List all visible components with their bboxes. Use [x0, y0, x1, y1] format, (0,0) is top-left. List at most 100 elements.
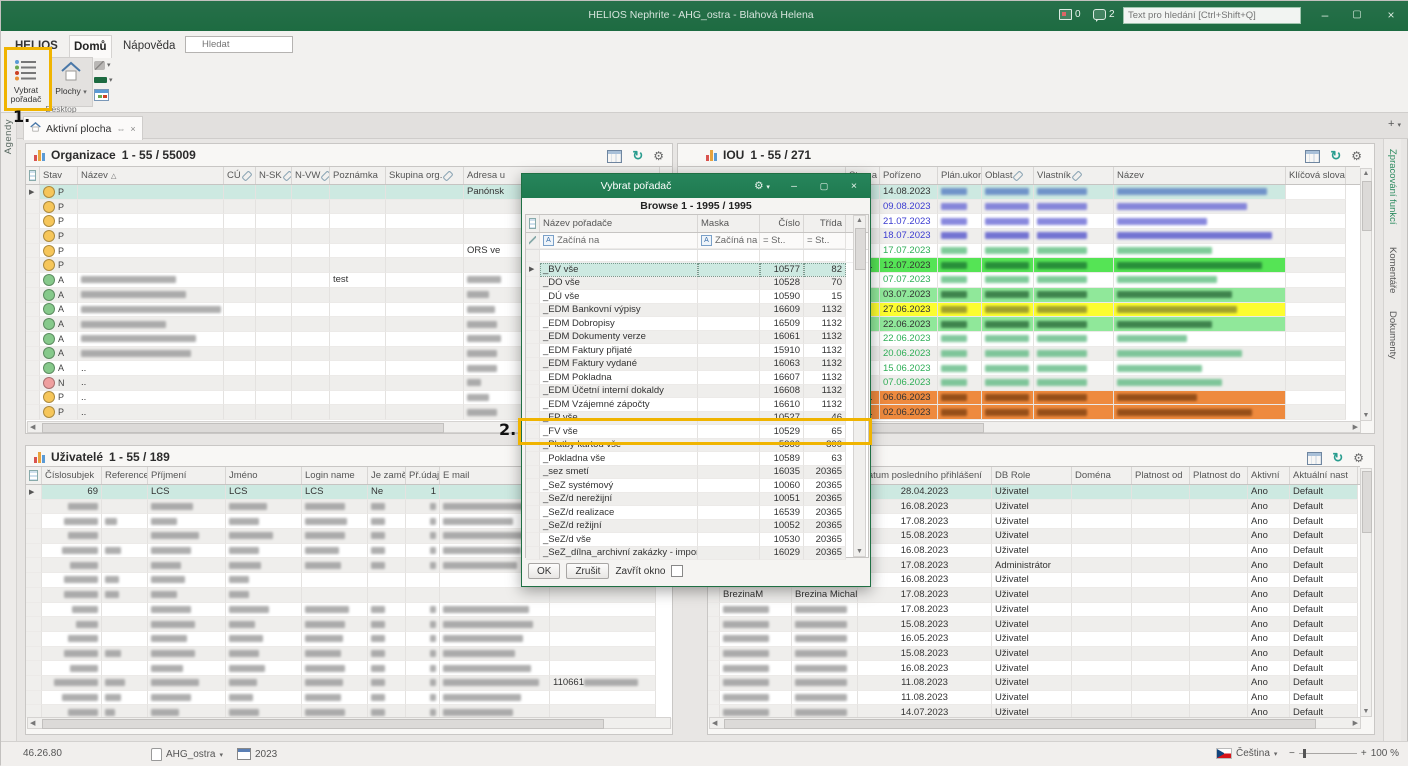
vertical-scrollbar[interactable]: ▼ [1360, 468, 1372, 717]
desktops-button[interactable]: Plochy ▾ [49, 57, 93, 107]
table-row[interactable]: _EDM Faktury vydané160631132 [526, 358, 868, 372]
table-row[interactable]: _EDM Dokumenty verze160611132 [526, 331, 868, 345]
add-tab-button[interactable]: + ▾ [1388, 118, 1401, 130]
table-row[interactable]: _EDM Bankovní výpisy166091132 [526, 304, 868, 318]
disconnect-button[interactable]: ▾ [94, 58, 120, 72]
grid-settings-icon[interactable] [607, 150, 622, 163]
dialog-maximize-button[interactable]: ▢ [812, 174, 836, 198]
maximize-button[interactable]: ▢ [1343, 5, 1371, 26]
table-row[interactable] [26, 647, 672, 662]
table-row[interactable]: _SeZ/d vše1053020365 [526, 533, 868, 547]
zoom-slider[interactable] [1299, 753, 1357, 754]
table-row[interactable]: _SeZ/d režijní1005220365 [526, 520, 868, 534]
grid-settings-icon[interactable] [1307, 452, 1322, 465]
dialog-vertical-scrollbar[interactable]: ▲ ▼ [853, 215, 866, 557]
refresh-icon[interactable]: ↻ [1330, 148, 1341, 164]
table-row[interactable] [26, 617, 672, 632]
gear-icon[interactable]: ⚙ [1351, 149, 1362, 163]
gear-icon[interactable]: ⚙ [1353, 451, 1364, 465]
table-row[interactable]: _Pokladna vše1058963 [526, 452, 868, 466]
table-row[interactable]: _EDM Dobropisy165091132 [526, 317, 868, 331]
table-row[interactable]: _DÚ vše1059015 [526, 290, 868, 304]
dock-icon[interactable]: ⇔ [116, 124, 125, 134]
table-row[interactable]: 16.05.2023UživatelAnoDefault [708, 632, 1360, 647]
grid-customize-icon[interactable] [529, 218, 536, 229]
table-row[interactable]: _EDM Účetní interní dokaldy166081132 [526, 385, 868, 399]
ribbon-search-input[interactable] [185, 36, 293, 53]
refresh-icon[interactable]: ↻ [632, 148, 643, 164]
redacted-text [985, 306, 1029, 313]
table-row[interactable]: 11.08.2023UživatelAnoDefault [708, 676, 1360, 691]
ok-button[interactable]: OK [528, 563, 560, 579]
global-search-input[interactable] [1123, 7, 1301, 24]
tab-domu[interactable]: Domů [69, 35, 112, 58]
filter-edit-icon[interactable] [529, 236, 536, 245]
language-selector[interactable]: Čeština ▾ [1216, 748, 1277, 759]
table-row[interactable]: BrezinaMBrezina Michal17.08.2023Uživatel… [708, 588, 1360, 603]
row-marker: ▶ [26, 485, 42, 500]
dialog-settings-gear-icon[interactable]: ⚙ ▾ [750, 174, 774, 198]
horizontal-scrollbar[interactable]: ◀ ▶ [709, 717, 1361, 729]
table-row[interactable]: _sez smetí1603520365 [526, 466, 868, 480]
cell: 16.08.2023 [858, 544, 992, 559]
cell [1132, 676, 1190, 691]
table-row[interactable]: _DO vše1052870 [526, 277, 868, 291]
close-tab-icon[interactable]: × [130, 124, 135, 134]
table-row[interactable] [26, 632, 672, 647]
zoom-in-icon[interactable]: + [1361, 748, 1367, 759]
zoom-out-icon[interactable]: − [1289, 748, 1295, 759]
right-tab-dokumenty[interactable]: Dokumenty [1387, 311, 1398, 359]
table-row[interactable]: 110661 [26, 676, 672, 691]
cancel-button[interactable]: Zrušit [566, 563, 609, 579]
table-row[interactable] [26, 661, 672, 676]
table-row[interactable] [26, 603, 672, 618]
cell [292, 288, 330, 303]
refresh-icon[interactable]: ↻ [1332, 450, 1343, 466]
table-row[interactable]: _EDM Vzájemné zápočty166101132 [526, 398, 868, 412]
minimize-button[interactable]: – [1311, 5, 1339, 26]
table-row[interactable]: _SeZ/d realizace1653920365 [526, 506, 868, 520]
close-button[interactable]: × [1377, 5, 1405, 26]
period-selector[interactable]: 2023 [237, 748, 277, 760]
table-row[interactable] [26, 588, 672, 603]
dialog-minimize-button[interactable]: – [782, 174, 806, 198]
filter-type-icon[interactable]: A [543, 235, 554, 246]
redacted-text [1117, 335, 1187, 342]
table-row[interactable]: 15.08.2023UživatelAnoDefault [708, 647, 1360, 662]
message-indicator[interactable]: 2 [1093, 9, 1115, 20]
table-row[interactable]: _SeZ systémový1006020365 [526, 479, 868, 493]
vertical-scrollbar[interactable]: ▲ ▼ [1360, 168, 1372, 421]
filter-type-icon[interactable]: A [701, 235, 712, 246]
table-row[interactable]: 17.08.2023UživatelAnoDefault [708, 603, 1360, 618]
cell [1190, 691, 1248, 706]
table-row[interactable]: 16.08.2023UživatelAnoDefault [708, 661, 1360, 676]
notification-indicator[interactable]: 0 [1059, 9, 1081, 20]
filter-row[interactable]: A Začíná naA Začíná na= St..= St.. [526, 233, 868, 250]
tab-napoveda[interactable]: Nápověda [119, 35, 179, 57]
table-row[interactable]: _EDM Pokladna166071132 [526, 371, 868, 385]
color-bar-button[interactable]: ▾ [94, 73, 120, 87]
dialog-close-button[interactable]: × [842, 174, 866, 198]
horizontal-scrollbar[interactable]: ◀ [27, 717, 671, 729]
grid-view-button[interactable] [94, 88, 120, 102]
table-row[interactable] [26, 691, 672, 706]
table-row[interactable]: _EDM Faktury přijaté159101132 [526, 344, 868, 358]
grid-header-row[interactable]: Název pořadačeMaskaČísloTřída [526, 215, 868, 233]
dialog-title-bar[interactable]: Vybrat pořadač ⚙ ▾ – ▢ × [522, 174, 870, 198]
table-row[interactable]: _SeZ/d nerežijní1005120365 [526, 493, 868, 507]
zoom-control[interactable]: − + 100 % [1289, 748, 1399, 759]
grid-customize-icon[interactable] [29, 470, 38, 481]
grid-settings-icon[interactable] [1305, 150, 1320, 163]
tab-aktivni-plocha[interactable]: Aktivní plocha ⇔ × [23, 116, 143, 140]
right-tab-zpracovani-funkci[interactable]: Zpracování funkcí [1387, 149, 1398, 225]
gear-icon[interactable]: ⚙ [653, 149, 664, 163]
close-window-checkbox[interactable] [671, 565, 683, 577]
database-selector[interactable]: AHG_ostra ▾ [151, 748, 223, 761]
table-row[interactable]: 11.08.2023UživatelAnoDefault [708, 691, 1360, 706]
table-row[interactable]: ▶_BV vše1057782 [526, 263, 868, 277]
cell [982, 303, 1034, 318]
grid-customize-icon[interactable] [29, 170, 36, 181]
table-row[interactable]: _SeZ_dílna_archivní zakázky - impor...16… [526, 547, 868, 561]
table-row[interactable]: 15.08.2023UživatelAnoDefault [708, 617, 1360, 632]
right-tab-komentare[interactable]: Komentáře [1387, 247, 1398, 293]
